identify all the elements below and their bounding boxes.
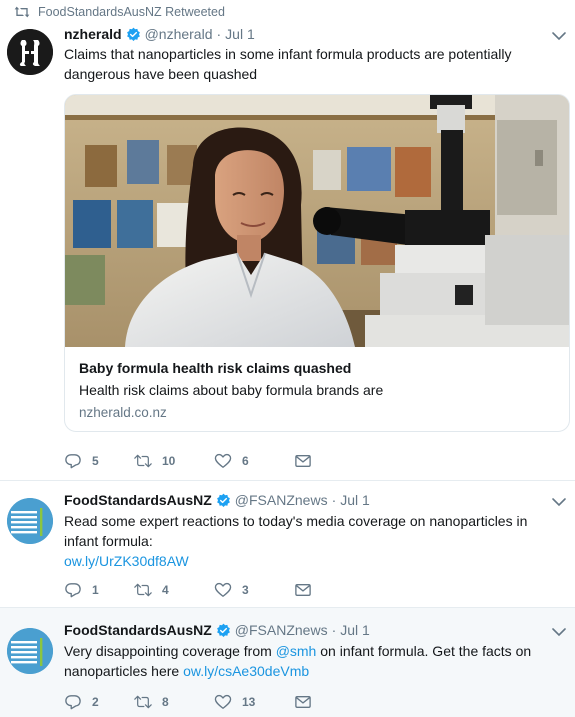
separator-dot: ·	[331, 492, 337, 508]
separator-dot: ·	[216, 26, 222, 42]
display-name[interactable]: nzherald	[64, 26, 122, 42]
tweet-link[interactable]: ow.ly/csAe30deVmb	[183, 663, 309, 679]
timestamp[interactable]: Jul 1	[340, 492, 370, 508]
card-title: Baby formula health risk claims quashed	[79, 360, 352, 376]
avatar[interactable]	[7, 498, 53, 544]
reply-button[interactable]: 1	[64, 582, 134, 598]
retweet-button[interactable]: 8	[134, 694, 214, 710]
tweet-nzherald[interactable]: FoodStandardsAusNZ Retweeted nzherald @n…	[0, 0, 575, 481]
verified-icon	[216, 493, 230, 507]
handle[interactable]: @nzherald	[145, 26, 213, 42]
timestamp[interactable]: Jul 1	[225, 26, 255, 42]
retweet-icon	[134, 454, 152, 468]
display-name[interactable]: FoodStandardsAusNZ	[64, 622, 212, 638]
reply-count: 2	[92, 695, 99, 709]
tweet-fsanz-1[interactable]: FoodStandardsAusNZ @FSANZnews · Jul 1 Re…	[0, 481, 575, 608]
like-count: 13	[242, 695, 256, 709]
reply-icon	[65, 695, 81, 710]
verified-icon	[216, 623, 230, 637]
fsanz-logo	[7, 498, 53, 544]
retweet-button[interactable]: 10	[134, 453, 214, 469]
retweet-context: FoodStandardsAusNZ Retweeted	[14, 5, 225, 19]
like-count: 6	[242, 454, 249, 468]
like-button[interactable]: 3	[214, 582, 294, 598]
lab-photo	[65, 95, 569, 347]
chevron-down-icon[interactable]	[551, 30, 567, 42]
verified-icon	[126, 27, 140, 41]
like-icon	[214, 694, 232, 709]
timestamp[interactable]: Jul 1	[340, 622, 370, 638]
reply-button[interactable]: 2	[64, 694, 134, 710]
card-domain: nzherald.co.nz	[79, 405, 167, 420]
tweet-text-body: Read some expert reactions to today's me…	[64, 513, 528, 549]
mention-link[interactable]: @smh	[276, 643, 317, 659]
tweet-header: FoodStandardsAusNZ @FSANZnews · Jul 1	[64, 622, 370, 638]
like-icon	[214, 453, 232, 468]
reply-count: 5	[92, 454, 99, 468]
retweet-icon	[134, 583, 152, 597]
like-button[interactable]: 6	[214, 453, 294, 469]
avatar[interactable]	[7, 29, 53, 75]
reply-icon	[65, 454, 81, 469]
chevron-down-icon[interactable]	[551, 626, 567, 638]
card-image	[65, 95, 569, 347]
retweet-icon	[14, 6, 30, 18]
like-button[interactable]: 13	[214, 694, 294, 710]
tweet-header: FoodStandardsAusNZ @FSANZnews · Jul 1	[64, 492, 370, 508]
direct-message-button[interactable]	[294, 694, 324, 710]
tweet-text: Very disappointing coverage from @smh on…	[64, 641, 564, 681]
reply-button[interactable]: 5	[64, 453, 134, 469]
link-card[interactable]: Baby formula health risk claims quashed …	[64, 94, 570, 432]
fsanz-logo	[7, 628, 53, 674]
direct-message-icon	[295, 455, 311, 467]
like-icon	[214, 582, 232, 597]
direct-message-icon	[295, 696, 311, 708]
retweet-context-label: FoodStandardsAusNZ Retweeted	[38, 5, 225, 19]
tweet-text-before: Very disappointing coverage from	[64, 643, 276, 659]
retweet-count: 4	[162, 583, 169, 597]
tweet-actions: 5 10 6	[64, 453, 324, 469]
tweet-text: Claims that nanoparticles in some infant…	[64, 46, 512, 82]
tweet-link[interactable]: ow.ly/UrZK30df8AW	[64, 553, 189, 569]
nzherald-logo	[7, 29, 53, 75]
direct-message-button[interactable]	[294, 453, 324, 469]
tweet-header: nzherald @nzherald · Jul 1	[64, 26, 255, 42]
reply-icon	[65, 583, 81, 598]
direct-message-icon	[295, 584, 311, 596]
like-count: 3	[242, 583, 249, 597]
chevron-down-icon[interactable]	[551, 496, 567, 508]
retweet-button[interactable]: 4	[134, 582, 214, 598]
tweet-fsanz-2[interactable]: FoodStandardsAusNZ @FSANZnews · Jul 1 Ve…	[0, 608, 575, 717]
display-name[interactable]: FoodStandardsAusNZ	[64, 492, 212, 508]
handle[interactable]: @FSANZnews	[235, 492, 328, 508]
tweet-actions: 1 4 3	[64, 582, 324, 598]
retweet-count: 8	[162, 695, 169, 709]
retweet-count: 10	[162, 454, 176, 468]
handle[interactable]: @FSANZnews	[235, 622, 328, 638]
retweet-icon	[134, 695, 152, 709]
card-description: Health risk claims about baby formula br…	[79, 382, 384, 398]
direct-message-button[interactable]	[294, 582, 324, 598]
tweet-text: Read some expert reactions to today's me…	[64, 511, 564, 571]
avatar[interactable]	[7, 628, 53, 674]
tweet-actions: 2 8 13	[64, 694, 324, 710]
reply-count: 1	[92, 583, 99, 597]
separator-dot: ·	[331, 622, 337, 638]
